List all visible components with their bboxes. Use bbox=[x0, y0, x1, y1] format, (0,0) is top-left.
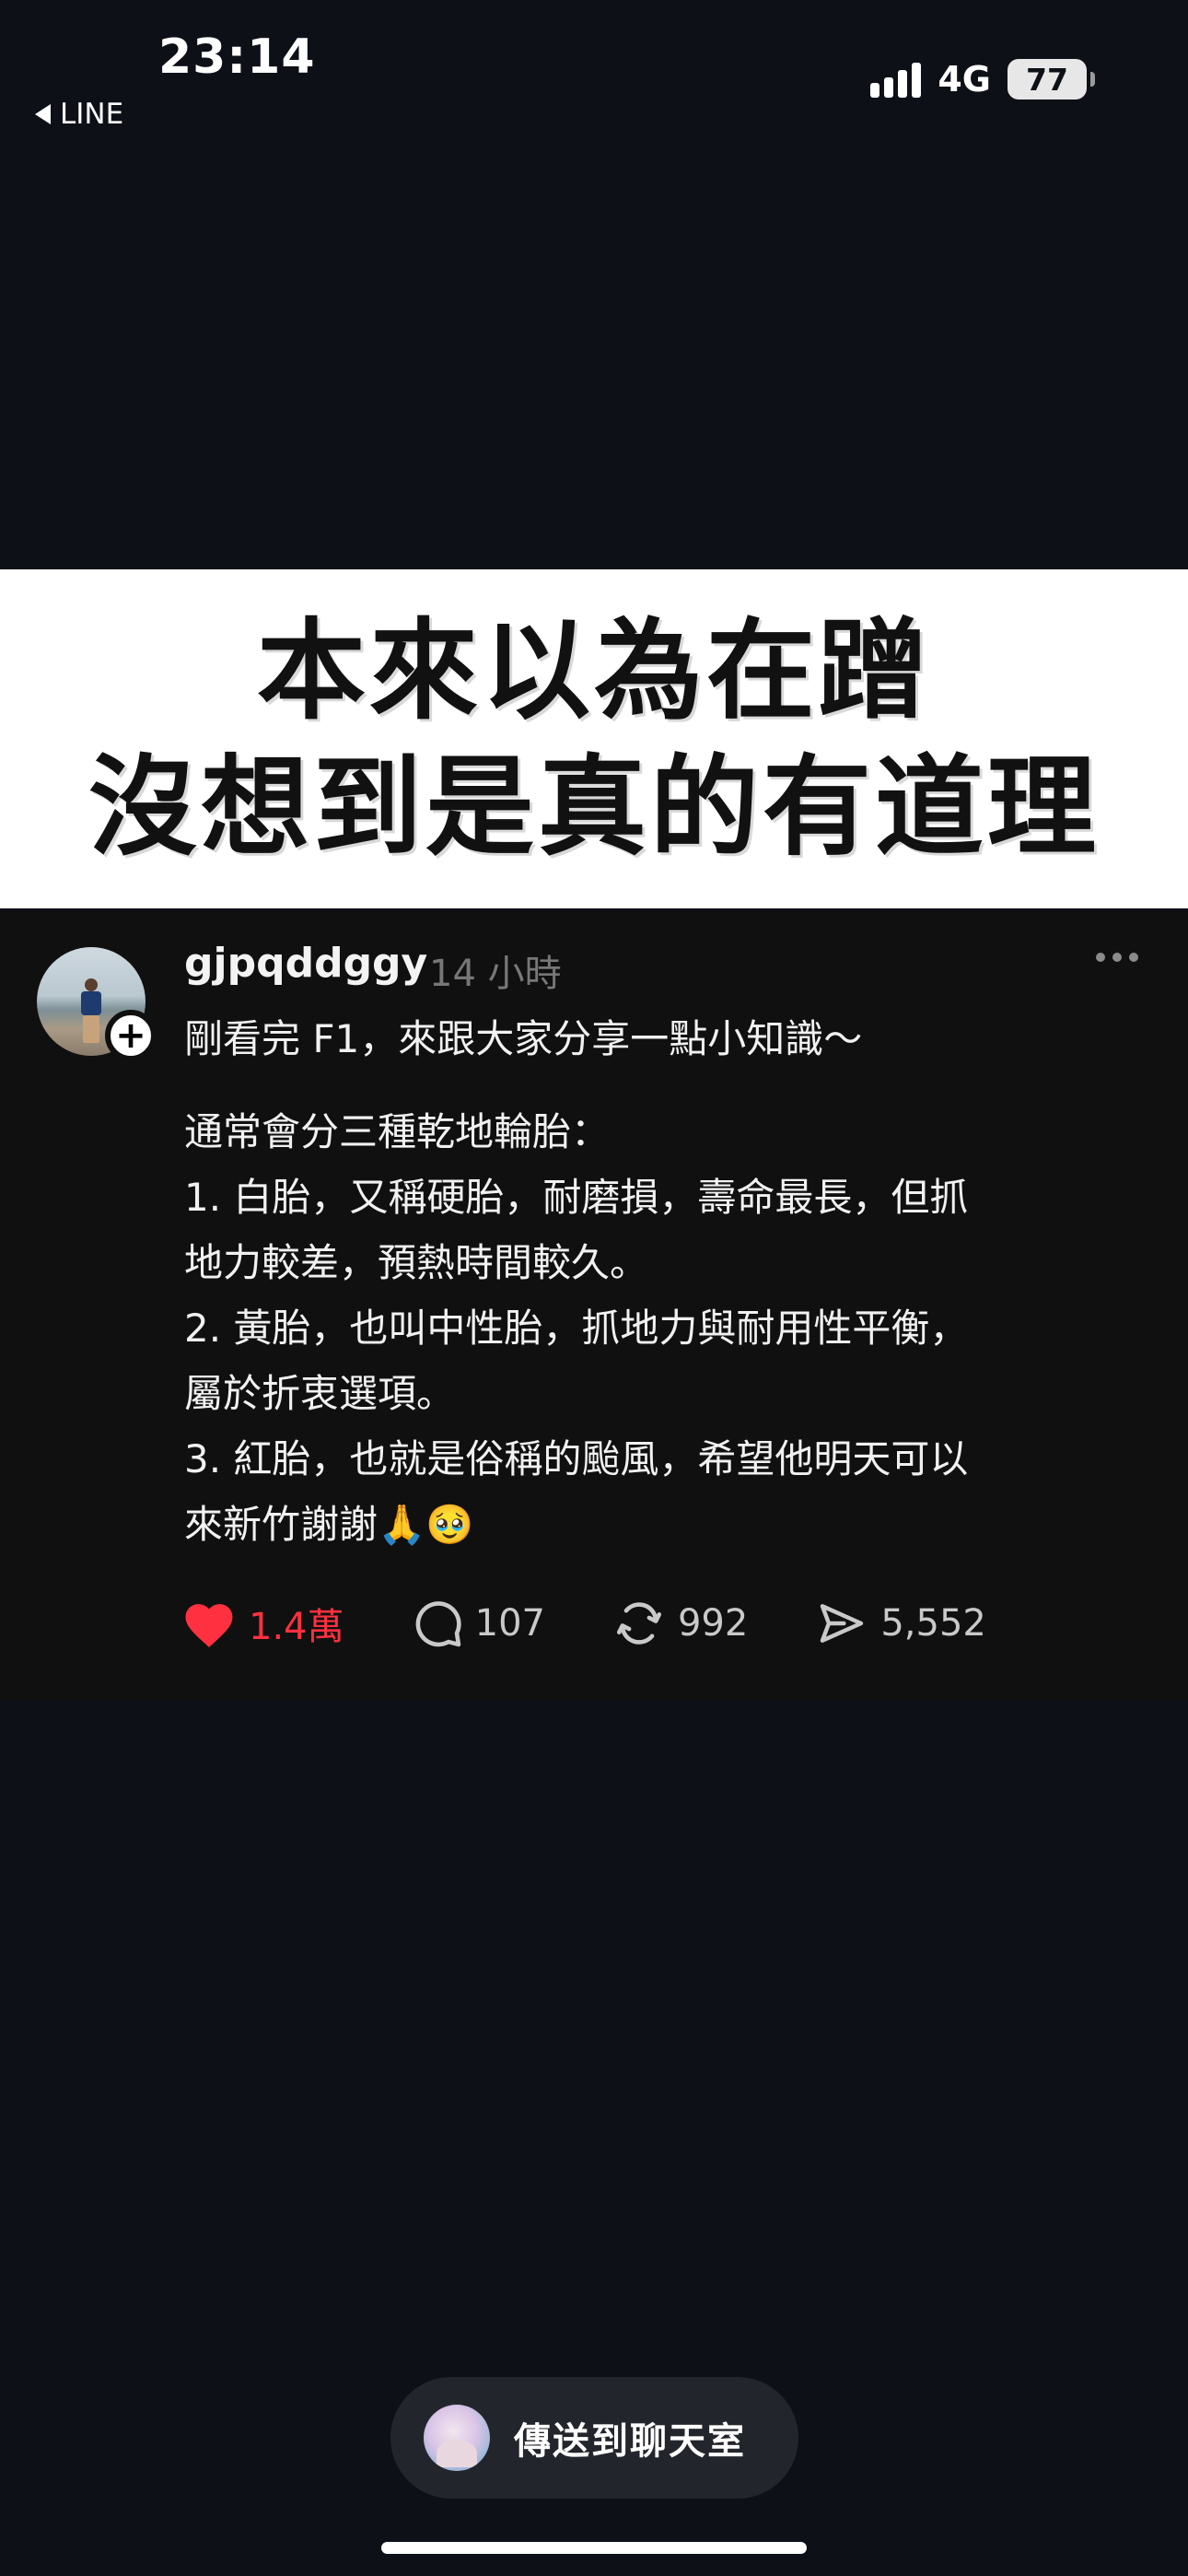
like-count: 1.4萬 bbox=[249, 1606, 344, 1648]
back-app-label: LINE bbox=[60, 98, 124, 131]
comment-button[interactable]: 107 bbox=[411, 1597, 545, 1650]
battery-level: 77 bbox=[1026, 61, 1068, 98]
signal-bars-icon bbox=[870, 61, 922, 98]
post-text-line: 來新竹謝謝🙏🥹 bbox=[184, 1502, 474, 1547]
battery-icon: 77 bbox=[1007, 59, 1095, 100]
post-text-line: 屬於折衷選項。 bbox=[184, 1371, 456, 1416]
username[interactable]: gjpqddggy bbox=[184, 940, 427, 987]
back-to-app-button[interactable]: LINE bbox=[35, 98, 123, 131]
banner-line-1: 本來以為在蹭 bbox=[256, 607, 931, 734]
send-to-chat-label: 傳送到聊天室 bbox=[514, 2420, 746, 2463]
comment-count: 107 bbox=[474, 1602, 545, 1645]
network-type: 4G bbox=[938, 59, 991, 100]
more-dots-icon[interactable] bbox=[1096, 953, 1138, 962]
status-time: 23:14 bbox=[158, 29, 316, 85]
send-to-chat-button[interactable]: 傳送到聊天室 bbox=[390, 2377, 798, 2499]
caption-banner: 本來以為在蹭 沒想到是真的有道理 bbox=[0, 569, 1188, 908]
post-time-ago: 14 小時 bbox=[429, 953, 562, 995]
status-indicators: 4G 77 bbox=[870, 59, 1095, 100]
comment-bubble-icon bbox=[415, 1601, 461, 1647]
back-triangle-icon bbox=[35, 104, 51, 124]
home-indicator[interactable] bbox=[381, 2542, 807, 2554]
screen: 23:14 LINE 4G 77 本來以為在蹭 沒想到是真的有道理 + gjpq… bbox=[0, 0, 1188, 2576]
share-button[interactable]: 5,552 bbox=[814, 1598, 986, 1649]
post-text-line: 3. 紅胎，也就是俗稱的颱風，希望他明天可以 bbox=[184, 1436, 969, 1481]
post-body: 剛看完 F1，來跟大家分享一點小知識～ 通常會分三種乾地輪胎： 1. 白胎，又稱… bbox=[184, 1006, 1133, 1557]
threads-post-card[interactable]: + gjpqddggy 14 小時 剛看完 F1，來跟大家分享一點小知識～ 通常… bbox=[0, 910, 1188, 1700]
like-button[interactable]: 1.4萬 bbox=[181, 1597, 344, 1650]
follow-plus-icon[interactable]: + bbox=[105, 1010, 157, 1061]
share-count: 5,552 bbox=[880, 1602, 986, 1645]
send-icon bbox=[821, 1604, 864, 1643]
post-text-line: 2. 黃胎，也叫中性胎，抓地力與耐用性平衡， bbox=[184, 1306, 969, 1351]
post-actions: 1.4萬 107 992 5,552 bbox=[181, 1596, 1053, 1651]
banner-line-2: 沒想到是真的有道理 bbox=[87, 744, 1100, 871]
repost-button[interactable]: 992 bbox=[611, 1597, 748, 1650]
post-text-line: 通常會分三種乾地輪胎： bbox=[184, 1109, 611, 1154]
post-text-line: 剛看完 F1，來跟大家分享一點小知識～ bbox=[184, 1016, 863, 1061]
repost-icon bbox=[616, 1602, 662, 1645]
post-text-line: 1. 白胎，又稱硬胎，耐磨損，壽命最長，但抓 bbox=[184, 1175, 969, 1220]
avatar-person-figure bbox=[79, 978, 103, 1043]
chat-avatar bbox=[424, 2405, 490, 2471]
heart-icon bbox=[185, 1604, 233, 1647]
post-text-line: 地力較差，預熱時間較久。 bbox=[184, 1240, 649, 1285]
repost-count: 992 bbox=[677, 1602, 749, 1645]
